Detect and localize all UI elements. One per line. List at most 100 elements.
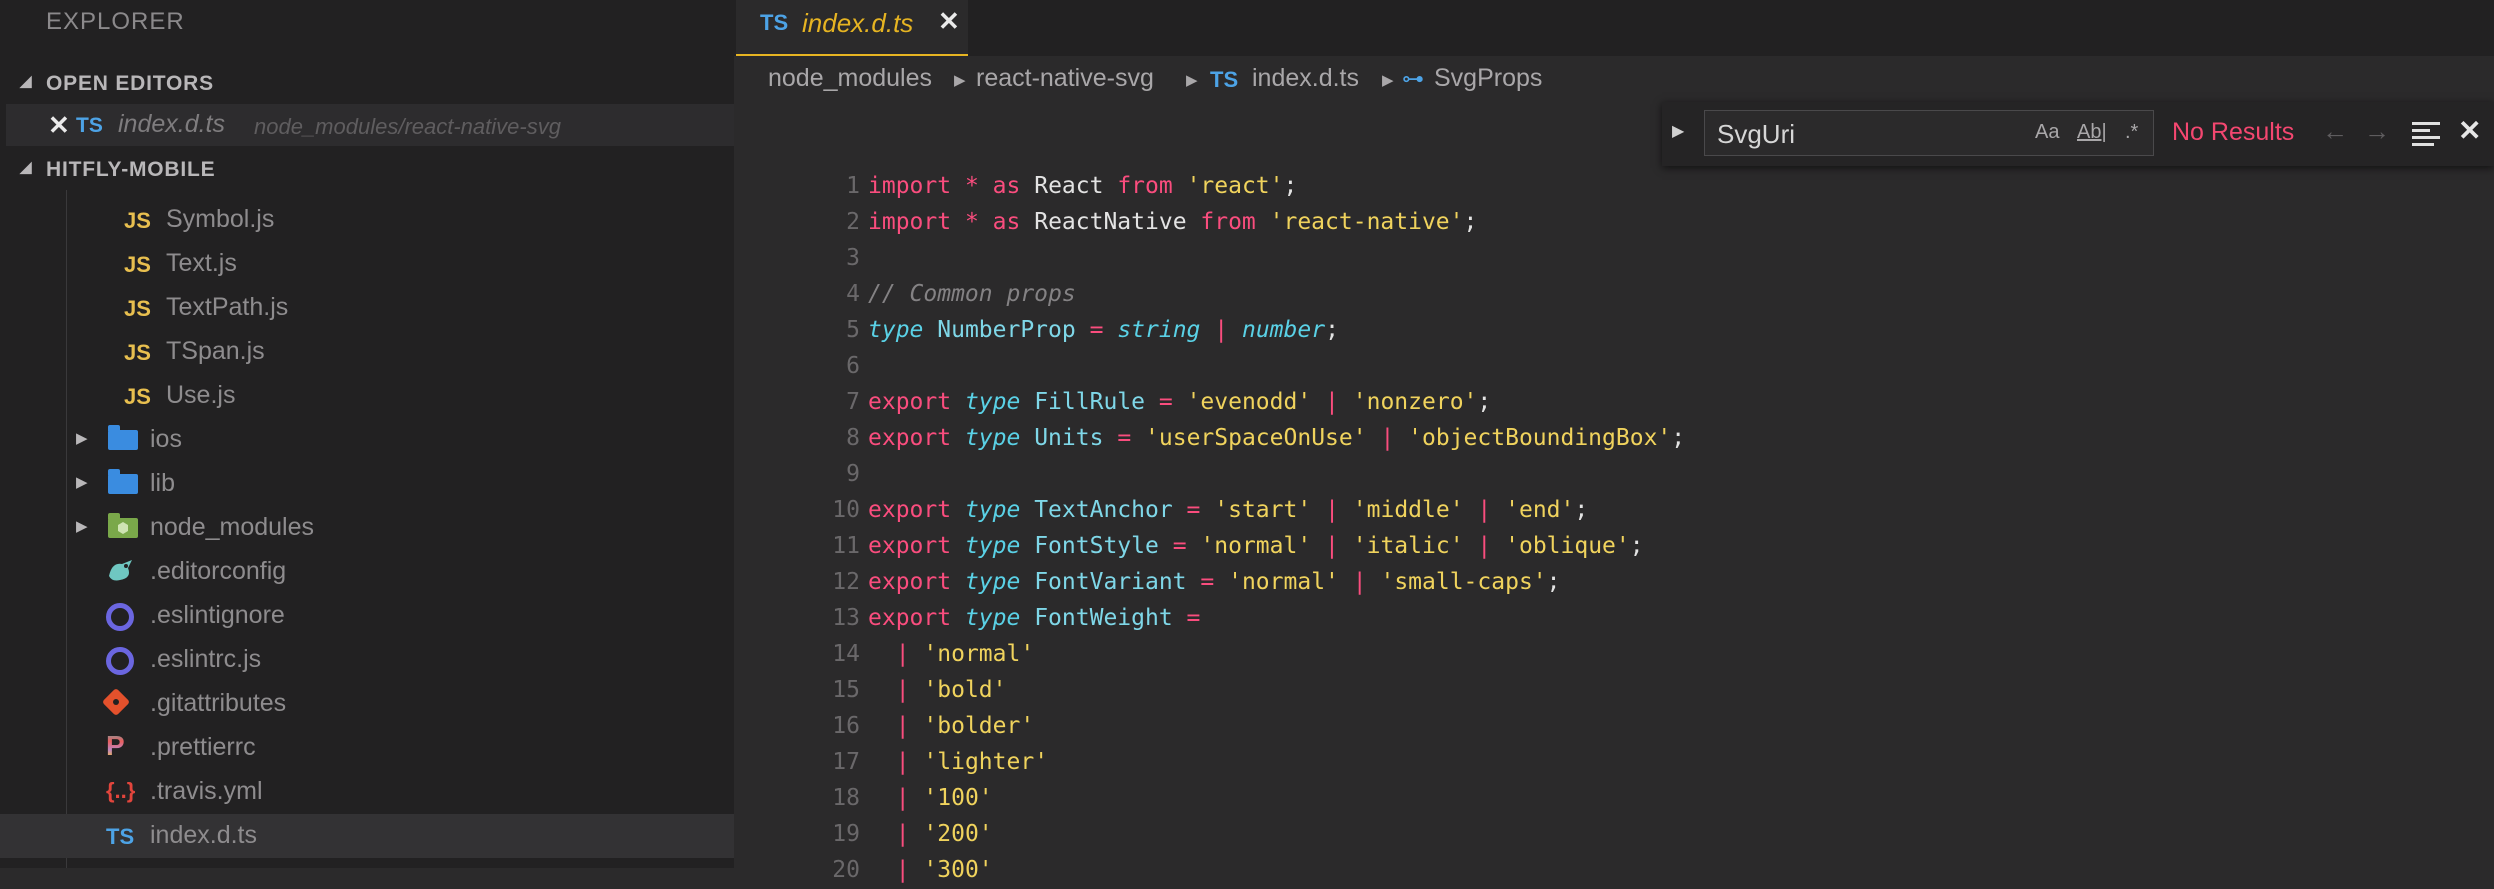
tree-item-label: .travis.yml: [150, 777, 263, 805]
code-line[interactable]: 7 export type FillRule = 'evenodd' | 'non…: [734, 385, 2494, 421]
line-number: 14: [832, 641, 860, 667]
code-token: type: [964, 569, 1021, 595]
find-status: No Results: [2172, 118, 2295, 146]
code-token: export: [868, 497, 952, 523]
code-line[interactable]: 11 export type FontStyle = 'normal' | 'it…: [734, 529, 2494, 565]
find-input[interactable]: SvgUri Aa Ab| .*: [1704, 110, 2154, 156]
code-token: ;: [1629, 533, 1644, 559]
tree-item[interactable]: ▶ node_modules: [0, 506, 734, 550]
code-token: number: [1241, 317, 1326, 343]
code-text: | 'bolder': [868, 713, 1035, 739]
breadcrumb-item-svgprops[interactable]: SvgProps: [1434, 64, 1542, 93]
find-in-selection-icon[interactable]: [2412, 122, 2440, 146]
tree-item[interactable]: .eslintignore: [0, 594, 734, 638]
tree-item[interactable]: TS index.d.ts: [0, 814, 734, 858]
code-token: =: [1186, 605, 1201, 631]
chevron-right-icon[interactable]: ▶: [76, 429, 88, 447]
code-line[interactable]: 20 | '300': [734, 853, 2494, 889]
toggle-replace-icon[interactable]: ▶: [1672, 121, 1684, 141]
tree-item[interactable]: JS Text.js: [0, 242, 734, 286]
code-token: FontWeight: [1034, 605, 1173, 631]
line-number: 1: [846, 173, 860, 199]
tree-item[interactable]: ▶ ios: [0, 418, 734, 462]
tree-item[interactable]: JS Use.js: [0, 374, 734, 418]
line-number: 8: [846, 425, 860, 451]
tree-item[interactable]: {..} .travis.yml: [0, 770, 734, 814]
tree-item[interactable]: .editorconfig: [0, 550, 734, 594]
code-token: export: [868, 569, 952, 595]
js-file-icon: JS: [124, 340, 151, 365]
regex-toggle[interactable]: .*: [2125, 121, 2138, 144]
match-case-toggle[interactable]: Aa: [2035, 121, 2059, 144]
open-editors-header[interactable]: ◢ OPEN EDITORS: [0, 64, 734, 104]
code-token: |: [895, 749, 910, 775]
project-header[interactable]: ◢ HITFLY-MOBILE: [0, 150, 734, 190]
code-line[interactable]: 13 export type FontWeight =: [734, 601, 2494, 637]
tree-item-label: .eslintignore: [150, 601, 285, 629]
code-line[interactable]: 5 type NumberProp = string | number;: [734, 313, 2494, 349]
code-text: export type FontWeight =: [868, 605, 1200, 631]
code-line[interactable]: 4 // Common props: [734, 277, 2494, 313]
breadcrumb-item-node-modules[interactable]: node_modules: [768, 64, 932, 93]
tree-item[interactable]: JS Symbol.js: [0, 198, 734, 242]
code-line[interactable]: 14 | 'normal': [734, 637, 2494, 673]
code-line[interactable]: 8 export type Units = 'userSpaceOnUse' | …: [734, 421, 2494, 457]
tree-item-label: node_modules: [150, 513, 315, 541]
code-line[interactable]: 15 | 'bold': [734, 673, 2494, 709]
chevron-right-icon: ▶: [1382, 72, 1394, 89]
chevron-right-icon[interactable]: ▶: [76, 473, 88, 491]
code-line[interactable]: 18 | '100': [734, 781, 2494, 817]
code-line[interactable]: 16 | 'bolder': [734, 709, 2494, 745]
code-line[interactable]: 12 export type FontVariant = 'normal' | '…: [734, 565, 2494, 601]
code-editor[interactable]: 1 import * as React from 'react'; 2 import …: [734, 165, 2494, 883]
chevron-right-icon[interactable]: ▶: [76, 517, 88, 535]
tab-close-icon[interactable]: ✕: [938, 6, 960, 37]
code-line[interactable]: 17 | 'lighter': [734, 745, 2494, 781]
previous-match-icon[interactable]: ←: [2322, 116, 2348, 147]
code-text: // Common props: [868, 281, 1076, 307]
breadcrumb-item-index-d-ts[interactable]: index.d.ts: [1252, 64, 1359, 93]
code-line[interactable]: 2 import * as ReactNative from 'react-nat…: [734, 205, 2494, 241]
code-line[interactable]: 1 import * as React from 'react';: [734, 169, 2494, 205]
tree-item[interactable]: ▶ lib: [0, 462, 734, 506]
tab-index-d-ts[interactable]: TS index.d.ts ✕: [736, 0, 968, 56]
code-line[interactable]: 10 export type TextAnchor = 'start' | 'mi…: [734, 493, 2494, 529]
code-text: | '100': [868, 785, 993, 811]
line-number: 20: [832, 857, 860, 883]
tree-item[interactable]: JS TextPath.js: [0, 286, 734, 330]
code-line[interactable]: 6: [734, 349, 2494, 385]
close-find-icon[interactable]: ✕: [2458, 114, 2481, 147]
line-number: 19: [832, 821, 860, 847]
tree-item[interactable]: JS TSpan.js: [0, 330, 734, 374]
line-number: 18: [832, 785, 860, 811]
code-token: =: [1172, 533, 1187, 559]
breadcrumb-item-react-native-svg[interactable]: react-native-svg: [976, 64, 1154, 93]
code-line[interactable]: 19 | '200': [734, 817, 2494, 853]
next-match-icon[interactable]: →: [2364, 116, 2390, 147]
line-number: 17: [832, 749, 860, 775]
chevron-right-icon: ▶: [1186, 72, 1198, 89]
tree-item[interactable]: .eslintrc.js: [0, 638, 734, 682]
folder-icon: [108, 469, 138, 494]
tree-item-label: lib: [150, 469, 176, 497]
code-text: | 'normal': [868, 641, 1035, 667]
close-icon[interactable]: ✕: [48, 110, 70, 141]
tree-item[interactable]: P .prettierrc: [0, 726, 734, 770]
code-line[interactable]: 3: [734, 241, 2494, 277]
code-token: FontVariant: [1034, 569, 1187, 595]
eslint-icon: [106, 647, 134, 675]
whole-word-toggle[interactable]: Ab|: [2077, 121, 2107, 144]
code-token: type: [964, 497, 1021, 523]
open-editor-item[interactable]: ✕ TS index.d.ts node_modules/react-nativ…: [6, 104, 734, 146]
code-line[interactable]: 9: [734, 457, 2494, 493]
tree-item[interactable]: .gitattributes: [0, 682, 734, 726]
